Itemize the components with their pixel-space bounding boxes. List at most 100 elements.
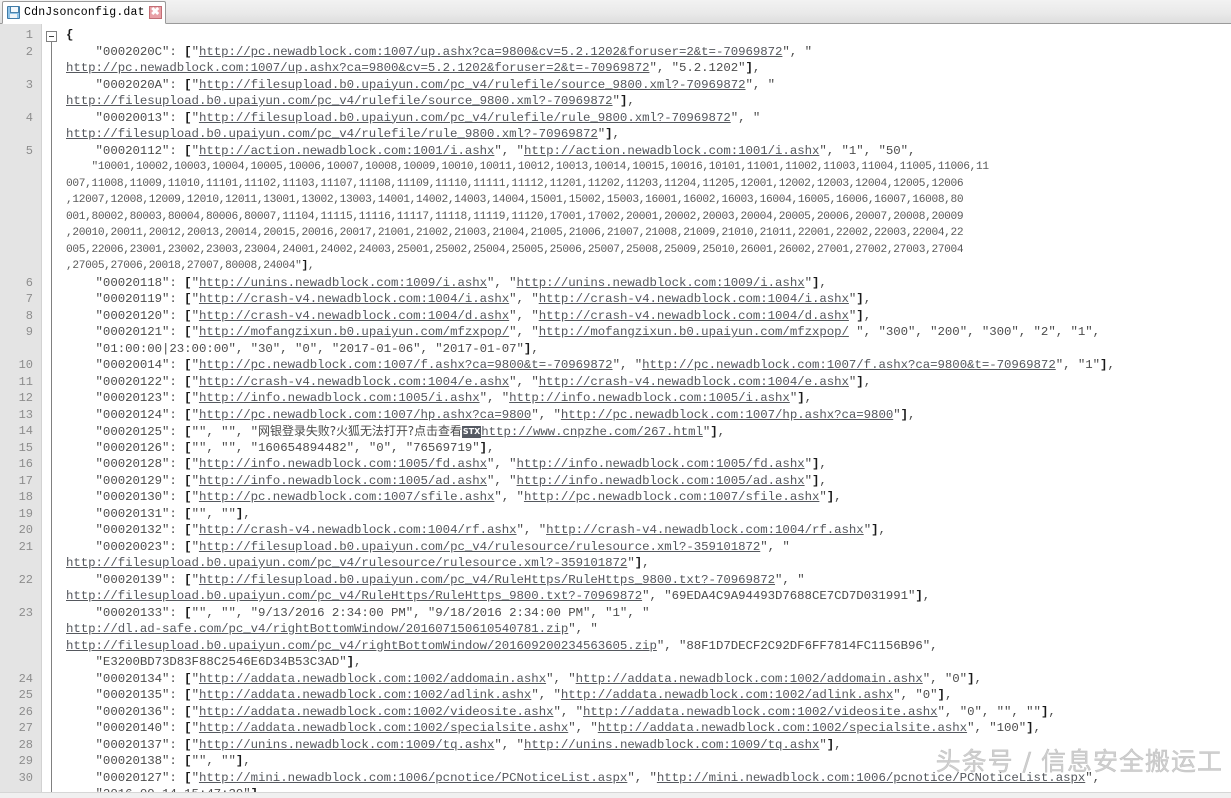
bracket: ] (745, 61, 753, 75)
code-text-span: " (191, 77, 199, 92)
code-text-span: 007,11008,11009,11010,11101,11102,11103,… (66, 177, 964, 190)
code-line: "00020023": ["http://filesupload.b0.upai… (66, 539, 1231, 556)
url-link[interactable]: http://filesupload.b0.upaiyun.com/pc_v4/… (199, 78, 746, 92)
url-link[interactable]: http://filesupload.b0.upaiyun.com/pc_v4/… (199, 540, 760, 554)
status-bar (0, 792, 1231, 798)
tab-cdnjsonconfig[interactable]: CdnJsonconfig.dat ✖ (2, 1, 166, 24)
bracket: [ (184, 457, 192, 471)
code-text-span: ", " (568, 721, 598, 735)
code-text-span: " (863, 523, 872, 537)
code-text-span: " (191, 473, 199, 488)
line-number-continuation (0, 786, 41, 792)
line-number: 12 (18, 391, 33, 405)
url-link[interactable]: http://pc.newadblock.com:1007/sfile.ashx (524, 490, 819, 504)
url-link[interactable]: http://mini.newadblock.com:1006/pcnotice… (199, 771, 627, 785)
url-link[interactable]: http://addata.newadblock.com:1002/videos… (199, 705, 554, 719)
code-text-span: ", " (509, 308, 539, 323)
url-link[interactable]: http://crash-v4.newadblock.com:1004/rf.a… (546, 523, 864, 537)
bracket: [ (184, 374, 192, 389)
url-link[interactable]: http://filesupload.b0.upaiyun.com/pc_v4/… (199, 573, 775, 587)
code-text-span: ", " (516, 523, 547, 537)
url-link[interactable]: http://addata.newadblock.com:1002/specia… (199, 721, 568, 735)
code-text[interactable]: { "0002020C": ["http://pc.newadblock.com… (62, 24, 1231, 792)
code-text-span: , (819, 473, 827, 488)
code-text-span: ,20010,20011,20012,20013,20014,20015,200… (66, 227, 964, 239)
url-link[interactable]: http://pc.newadblock.com:1007/hp.ashx?ca… (561, 408, 893, 422)
bracket: [ (184, 77, 192, 92)
url-link[interactable]: http://addata.newadblock.com:1002/videos… (583, 705, 938, 719)
url-link[interactable]: http://filesupload.b0.upaiyun.com/pc_v4/… (66, 639, 657, 653)
url-link[interactable]: http://addata.newadblock.com:1002/adlink… (199, 688, 531, 702)
code-line: "00020129": ["http://info.newadblock.com… (66, 473, 1231, 490)
code-folding-margin[interactable] (42, 24, 62, 792)
url-link[interactable]: http://dl.ad-safe.com/pc_v4/rightBottomW… (66, 622, 568, 636)
url-link[interactable]: http://crash-v4.newadblock.com:1004/e.as… (539, 375, 849, 389)
close-icon[interactable]: ✖ (148, 6, 162, 19)
url-link[interactable]: http://pc.newadblock.com:1007/f.ashx?ca=… (199, 358, 613, 372)
code-text-span: " (191, 671, 199, 686)
url-link[interactable]: http://crash-v4.newadblock.com:1004/d.as… (539, 309, 849, 323)
url-link[interactable]: http://pc.newadblock.com:1007/sfile.ashx (199, 490, 494, 504)
url-link[interactable]: http://filesupload.b0.upaiyun.com/pc_v4/… (66, 94, 613, 108)
url-link[interactable]: http://crash-v4.newadblock.com:1004/rf.a… (199, 523, 517, 537)
line-number-continuation (0, 60, 41, 77)
url-link[interactable]: http://addata.newadblock.com:1002/addoma… (199, 672, 546, 686)
url-link[interactable]: http://info.newadblock.com:1005/ad.ashx (517, 474, 805, 488)
code-text-span: 001,80002,80003,80004,80006,80007,11104,… (66, 210, 964, 223)
code-text-span: ", " (745, 77, 776, 92)
url-link[interactable]: http://mini.newadblock.com:1006/pcnotice… (657, 771, 1085, 785)
url-link[interactable]: http://unins.newadblock.com:1009/tq.ashx (199, 738, 494, 752)
url-link[interactable]: http://crash-v4.newadblock.com:1004/d.as… (199, 309, 509, 323)
url-link[interactable]: http://info.newadblock.com:1005/fd.ashx (517, 457, 805, 471)
url-link[interactable]: http://unins.newadblock.com:1009/i.ashx (517, 276, 805, 290)
line-number-continuation (0, 654, 41, 671)
url-link[interactable]: http://crash-v4.newadblock.com:1004/i.as… (199, 292, 509, 306)
code-text-span: "00020119": (66, 292, 185, 306)
url-link[interactable]: http://pc.newadblock.com:1007/up.ashx?ca… (199, 45, 783, 59)
code-text-span: "00020134": (66, 671, 185, 686)
url-link[interactable]: http://action.newadblock.com:1001/i.ashx (199, 144, 494, 158)
url-link[interactable]: http://filesupload.b0.upaiyun.com/pc_v4/… (66, 127, 598, 141)
bracket: [ (184, 425, 192, 439)
code-text-span: , (908, 407, 916, 422)
url-link[interactable]: http://filesupload.b0.upaiyun.com/pc_v4/… (199, 111, 731, 125)
code-text-span: "00020132": (66, 523, 185, 537)
code-line: http://filesupload.b0.upaiyun.com/pc_v4/… (66, 588, 1231, 605)
url-link[interactable]: http://action.newadblock.com:1001/i.ashx (524, 144, 819, 158)
url-link[interactable]: http://pc.newadblock.com:1007/hp.ashx?ca… (199, 408, 531, 422)
url-link[interactable]: http://info.newadblock.com:1005/i.ashx (199, 391, 480, 405)
url-link[interactable]: http://mofangzixun.b0.upaiyun.com/mfzxpo… (199, 325, 509, 339)
url-link[interactable]: http://mofangzixun.b0.upaiyun.com/mfzxpo… (539, 325, 849, 339)
fold-collapse-icon[interactable] (46, 31, 57, 42)
bracket: ] (856, 292, 864, 306)
url-link[interactable]: http://pc.newadblock.com:1007/f.ashx?ca=… (642, 358, 1056, 372)
url-link[interactable]: http://filesupload.b0.upaiyun.com/pc_v4/… (66, 589, 642, 603)
bracket: [ (184, 770, 192, 785)
editor-area[interactable]: 12 3 4 5 6789 10 11 12 13 14 15 16 17 18 19 20 21 2… (0, 24, 1231, 792)
url-link[interactable]: http://unins.newadblock.com:1009/tq.ashx (524, 738, 819, 752)
url-link[interactable]: http://addata.newadblock.com:1002/adlink… (561, 688, 893, 702)
url-link[interactable]: http://addata.newadblock.com:1002/addoma… (576, 672, 923, 686)
code-text-span: "", "" (191, 506, 236, 521)
code-text-span: , (307, 260, 315, 272)
url-link[interactable]: http://www.cnpzhe.com/267.html (481, 425, 703, 439)
code-text-span: 005,22006,23001,23002,23003,23004,24001,… (66, 243, 964, 256)
code-text-span: ", " (531, 407, 561, 422)
url-link[interactable]: http://crash-v4.newadblock.com:1004/e.as… (199, 375, 509, 389)
url-link[interactable]: http://info.newadblock.com:1005/ad.ashx (199, 474, 487, 488)
url-link[interactable]: http://unins.newadblock.com:1009/i.ashx (199, 276, 487, 290)
bracket: [ (184, 275, 192, 290)
code-text-span: "00020112": (66, 143, 185, 158)
url-link[interactable]: http://info.newadblock.com:1005/i.ashx (509, 391, 790, 405)
bracket: ] (479, 440, 487, 455)
code-text-span: ", "69EDA4C9A94493D7688CE7CD7D031991" (642, 589, 916, 603)
code-text-span: ", " (782, 44, 812, 59)
url-link[interactable]: http://filesupload.b0.upaiyun.com/pc_v4/… (66, 556, 627, 570)
code-text-span: "00020120": (66, 308, 185, 323)
url-link[interactable]: http://pc.newadblock.com:1007/up.ashx?ca… (66, 61, 650, 75)
url-link[interactable]: http://addata.newadblock.com:1002/specia… (598, 721, 967, 735)
bracket: [ (184, 688, 192, 702)
url-link[interactable]: http://crash-v4.newadblock.com:1004/i.as… (539, 292, 849, 306)
url-link[interactable]: http://info.newadblock.com:1005/fd.ashx (199, 457, 487, 471)
code-text-span: ", " (487, 473, 517, 488)
